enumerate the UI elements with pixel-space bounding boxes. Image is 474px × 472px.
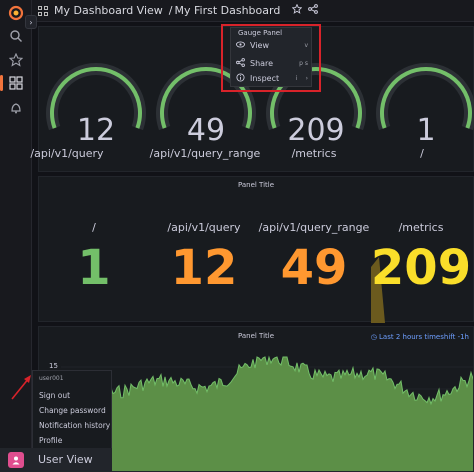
dashboards-grid-icon — [38, 5, 48, 16]
breadcrumb-separator: / — [168, 4, 173, 17]
user-menu: user001 Sign out Change password Notific… — [32, 370, 112, 449]
gauge-label: / — [420, 147, 424, 160]
breadcrumb-folder[interactable]: My Dashboard View — [54, 4, 163, 17]
stat-label: /api/v1/query_range — [258, 221, 370, 234]
gauge-value: 209 — [287, 113, 345, 148]
menu-item-profile[interactable]: Profile — [39, 436, 62, 445]
stat-value: 12 — [170, 240, 238, 296]
stat-value: 209 — [370, 240, 472, 296]
gauge-value: 49 — [186, 113, 226, 148]
menu-item-sign-out[interactable]: Sign out — [39, 391, 70, 400]
user-view-label: User View — [38, 453, 93, 466]
timeshift-label: Last 2 hours timeshift -1h — [379, 333, 469, 341]
gauge-label: /metrics — [291, 147, 337, 160]
top-bar: My Dashboard View / My First Dashboard — [32, 0, 474, 22]
menu-item-notification-history[interactable]: Notification history — [39, 421, 110, 430]
sidebar — [0, 0, 32, 472]
star-dashboard-icon[interactable] — [291, 3, 303, 17]
share-dashboard-icon[interactable] — [308, 4, 319, 17]
y-axis-tick: 15 — [49, 362, 58, 370]
stat-value: 1 — [77, 240, 111, 296]
gauge-value: 1 — [416, 113, 436, 148]
stat-label: /api/v1/query — [167, 221, 241, 234]
gauge-value: 12 — [76, 113, 116, 148]
dashboards-icon[interactable] — [6, 73, 26, 93]
timeshift-info: ◷ Last 2 hours timeshift -1h — [371, 333, 469, 341]
gauge-label: /api/v1/query — [30, 147, 104, 160]
avatar — [8, 452, 24, 468]
star-icon[interactable] — [6, 50, 26, 70]
stat-label: / — [92, 221, 96, 234]
stat: /metrics 209 — [361, 221, 474, 296]
gauge-label: /api/v1/query_range — [149, 147, 261, 160]
stat: /api/v1/query 12 — [144, 221, 264, 296]
series-area — [77, 357, 473, 471]
search-icon[interactable] — [6, 26, 26, 46]
stat-panel[interactable]: Panel Title /1/api/v1/query 12/api/v1/que… — [38, 176, 474, 323]
stat-value: 49 — [280, 240, 348, 296]
annotation-arrow-icon — [11, 375, 31, 400]
breadcrumb-dashboard[interactable]: My First Dashboard — [175, 4, 281, 17]
expand-menu-button[interactable]: › — [25, 15, 37, 29]
stat: /api/v1/query_range 49 — [254, 221, 374, 296]
stat-label: /metrics — [398, 221, 444, 234]
user-view-button[interactable]: User View — [0, 448, 112, 472]
grafana-logo-icon[interactable] — [6, 3, 26, 23]
user-menu-username: user001 — [39, 375, 64, 382]
menu-item-change-password[interactable]: Change password — [39, 406, 106, 415]
alerting-icon[interactable] — [6, 98, 26, 118]
clock-icon: ◷ — [370, 333, 377, 341]
stat: /1 — [34, 221, 154, 296]
highlight-box — [221, 24, 321, 92]
active-indicator — [0, 75, 3, 91]
